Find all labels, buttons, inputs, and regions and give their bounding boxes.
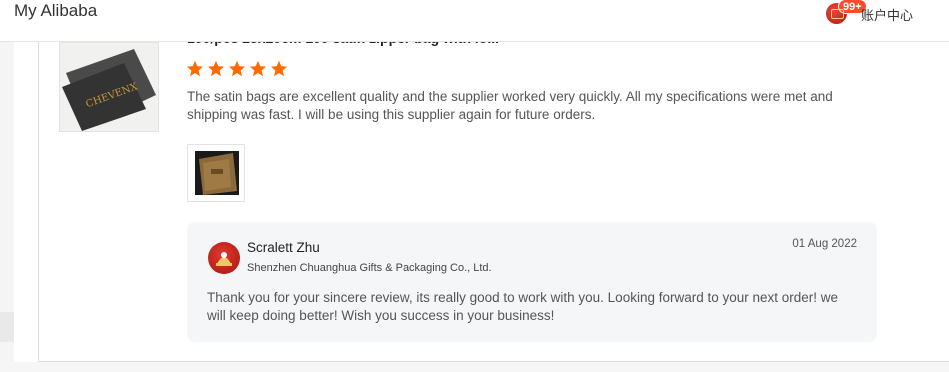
star-icon (186, 60, 204, 77)
supplier-avatar-icon[interactable] (208, 242, 240, 274)
brand-title[interactable]: My Alibaba (14, 1, 97, 21)
review-text: The satin bags are excellent quality and… (187, 89, 833, 122)
account-avatar-icon[interactable]: 99+ (826, 0, 867, 24)
star-icon (207, 60, 225, 77)
product-thumbnail[interactable]: CHEVENX (59, 42, 159, 132)
reply-date: 01 Aug 2022 (792, 238, 857, 250)
account-center[interactable]: 99+ 账户中心 (826, 0, 913, 25)
supplier-name: Scralett Zhu (247, 240, 320, 255)
top-bar: My Alibaba 99+ 账户中心 (0, 0, 949, 42)
supplier-reply: Scralett Zhu Shenzhen Chuanghua Gifts & … (187, 222, 877, 342)
star-icon (270, 60, 288, 77)
sidebar-handle[interactable] (0, 312, 14, 342)
supplier-company[interactable]: Shenzhen Chuanghua Gifts & Packaging Co.… (247, 262, 492, 274)
star-icon (249, 60, 267, 77)
rating-stars (186, 60, 288, 78)
reply-text: Thank you for your sincere review, its r… (207, 290, 839, 323)
account-center-label[interactable]: 账户中心 (861, 5, 913, 24)
review-photo-image (195, 151, 239, 195)
satin-bag-image: CHEVENX (60, 43, 158, 131)
star-icon (228, 60, 246, 77)
review-photo[interactable] (187, 144, 245, 202)
bottom-strip (0, 362, 949, 372)
left-gutter (0, 42, 14, 372)
